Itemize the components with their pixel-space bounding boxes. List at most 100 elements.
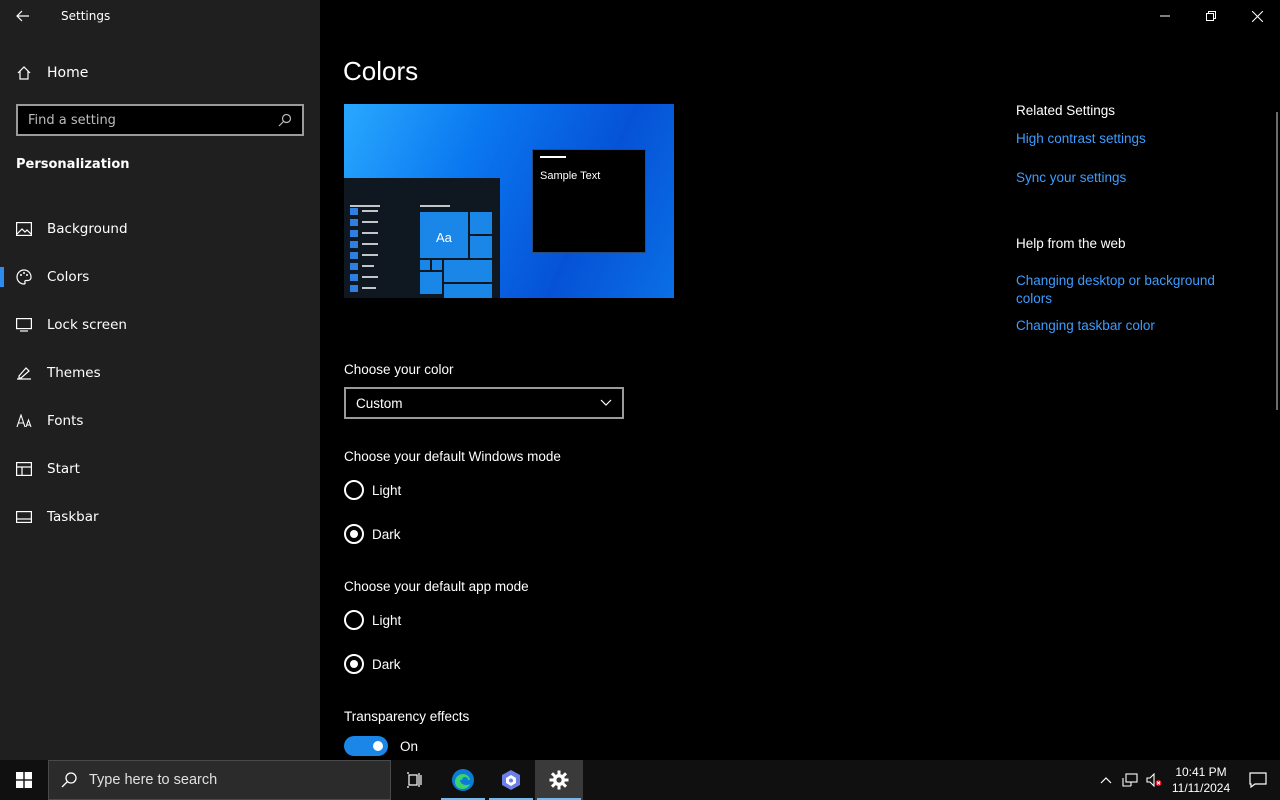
preview-sample-text: Sample Text xyxy=(540,170,601,182)
volume-button[interactable] xyxy=(1142,760,1166,800)
help-from-web-heading: Help from the web xyxy=(1016,236,1126,251)
chevron-up-icon xyxy=(1100,777,1112,784)
app-mode-dark-radio[interactable]: Dark xyxy=(344,654,401,674)
sidebar-item-themes[interactable]: Themes xyxy=(0,349,320,397)
sidebar-item-label: Background xyxy=(47,221,128,237)
edge-app-button[interactable] xyxy=(439,760,487,800)
home-link[interactable]: Home xyxy=(16,62,88,84)
network-button[interactable] xyxy=(1118,760,1142,800)
close-button[interactable] xyxy=(1234,0,1280,32)
start-icon xyxy=(16,461,32,477)
brush-icon xyxy=(16,365,32,381)
radio-circle xyxy=(344,524,364,544)
find-setting-input[interactable] xyxy=(28,112,278,128)
toggle-track[interactable] xyxy=(344,736,388,756)
hexagon-app-icon xyxy=(502,770,520,790)
back-arrow-icon xyxy=(16,10,29,22)
home-label: Home xyxy=(47,65,89,81)
windows-mode-label: Choose your default Windows mode xyxy=(344,449,561,464)
taskbar-search[interactable] xyxy=(48,760,391,800)
find-setting-search[interactable] xyxy=(16,104,304,136)
transparency-label: Transparency effects xyxy=(344,709,470,724)
minimize-button[interactable] xyxy=(1142,0,1188,32)
windows-mode-dark-radio[interactable]: Dark xyxy=(344,524,401,544)
choose-color-value: Custom xyxy=(356,395,403,411)
taskbar-search-input[interactable] xyxy=(89,772,276,788)
sidebar-item-label: Start xyxy=(47,461,80,477)
restore-button[interactable] xyxy=(1188,0,1234,32)
search-icon xyxy=(278,113,292,127)
changing-background-colors-link[interactable]: Changing desktop or background colors xyxy=(1016,272,1236,308)
choose-color-dropdown[interactable]: Custom xyxy=(344,387,624,419)
app-mode-label: Choose your default app mode xyxy=(344,579,529,594)
high-contrast-link[interactable]: High contrast settings xyxy=(1016,130,1236,148)
sidebar-item-label: Themes xyxy=(47,365,101,381)
clock[interactable]: 10:41 PM 11/11/2024 xyxy=(1166,764,1236,796)
windows-mode-light-radio[interactable]: Light xyxy=(344,480,401,500)
color-preview: Aa Sample Text xyxy=(344,104,674,298)
sync-settings-link[interactable]: Sync your settings xyxy=(1016,169,1236,187)
gear-icon xyxy=(549,770,569,790)
sidebar-item-label: Colors xyxy=(47,269,90,285)
main-content: Colors Aa Sample Text Choose your color … xyxy=(320,0,1280,760)
restore-icon xyxy=(1206,11,1216,21)
radio-label: Light xyxy=(372,612,402,628)
sidebar-item-label: Taskbar xyxy=(47,509,99,525)
changing-taskbar-color-link[interactable]: Changing taskbar color xyxy=(1016,317,1236,335)
lock-screen-icon xyxy=(16,317,32,333)
scrollbar[interactable] xyxy=(1276,112,1278,410)
home-icon xyxy=(17,66,31,80)
preview-start-menu: Aa xyxy=(344,178,500,298)
show-hidden-icons-button[interactable] xyxy=(1094,760,1118,800)
title-bar: Settings xyxy=(0,0,320,32)
palette-icon xyxy=(16,269,32,285)
sidebar-item-colors[interactable]: Colors xyxy=(0,253,320,301)
window-controls xyxy=(1142,0,1280,32)
settings-app-button[interactable] xyxy=(535,760,583,800)
radio-label: Dark xyxy=(372,526,401,542)
sidebar-item-label: Lock screen xyxy=(47,317,127,333)
sidebar-nav: Background Colors Lock screen Themes Fon… xyxy=(0,205,320,541)
preview-window: Sample Text xyxy=(532,149,646,253)
app-mode-light-radio[interactable]: Light xyxy=(344,610,401,630)
network-icon xyxy=(1122,773,1138,787)
sidebar-item-label: Fonts xyxy=(47,413,84,429)
radio-circle xyxy=(344,610,364,630)
related-settings-heading: Related Settings xyxy=(1016,103,1116,118)
preview-tile-text: Aa xyxy=(436,230,453,245)
image-icon xyxy=(16,221,32,237)
task-view-icon xyxy=(407,772,422,788)
app-title: Settings xyxy=(61,9,111,23)
notification-icon xyxy=(1249,772,1267,788)
radio-circle xyxy=(344,654,364,674)
action-center-button[interactable] xyxy=(1236,760,1280,800)
app-button[interactable] xyxy=(487,760,535,800)
start-button[interactable] xyxy=(0,760,48,800)
task-view-button[interactable] xyxy=(391,760,439,800)
edge-icon xyxy=(452,769,474,791)
sidebar-item-taskbar[interactable]: Taskbar xyxy=(0,493,320,541)
taskbar: 10:41 PM 11/11/2024 xyxy=(0,760,1280,800)
page-title: Colors xyxy=(343,56,419,86)
sidebar-item-start[interactable]: Start xyxy=(0,445,320,493)
radio-circle xyxy=(344,480,364,500)
sidebar: Settings Home Personalization Background… xyxy=(0,0,320,760)
sidebar-item-lock-screen[interactable]: Lock screen xyxy=(0,301,320,349)
radio-label: Light xyxy=(372,482,402,498)
taskbar-icon xyxy=(16,509,32,525)
transparency-toggle[interactable]: On xyxy=(344,736,418,756)
fonts-icon xyxy=(16,413,32,429)
radio-label: Dark xyxy=(372,656,401,672)
windows-logo-icon xyxy=(16,772,32,788)
choose-color-label: Choose your color xyxy=(344,362,454,377)
chevron-down-icon xyxy=(600,399,612,406)
sidebar-item-background[interactable]: Background xyxy=(0,205,320,253)
back-button[interactable] xyxy=(0,0,46,32)
search-icon xyxy=(61,772,77,788)
preview-start-graphic: Aa xyxy=(350,205,492,298)
toggle-state-label: On xyxy=(400,738,419,754)
close-icon xyxy=(1251,10,1263,22)
sidebar-item-fonts[interactable]: Fonts xyxy=(0,397,320,445)
section-title: Personalization xyxy=(16,157,130,172)
system-tray: 10:41 PM 11/11/2024 xyxy=(1094,760,1280,800)
